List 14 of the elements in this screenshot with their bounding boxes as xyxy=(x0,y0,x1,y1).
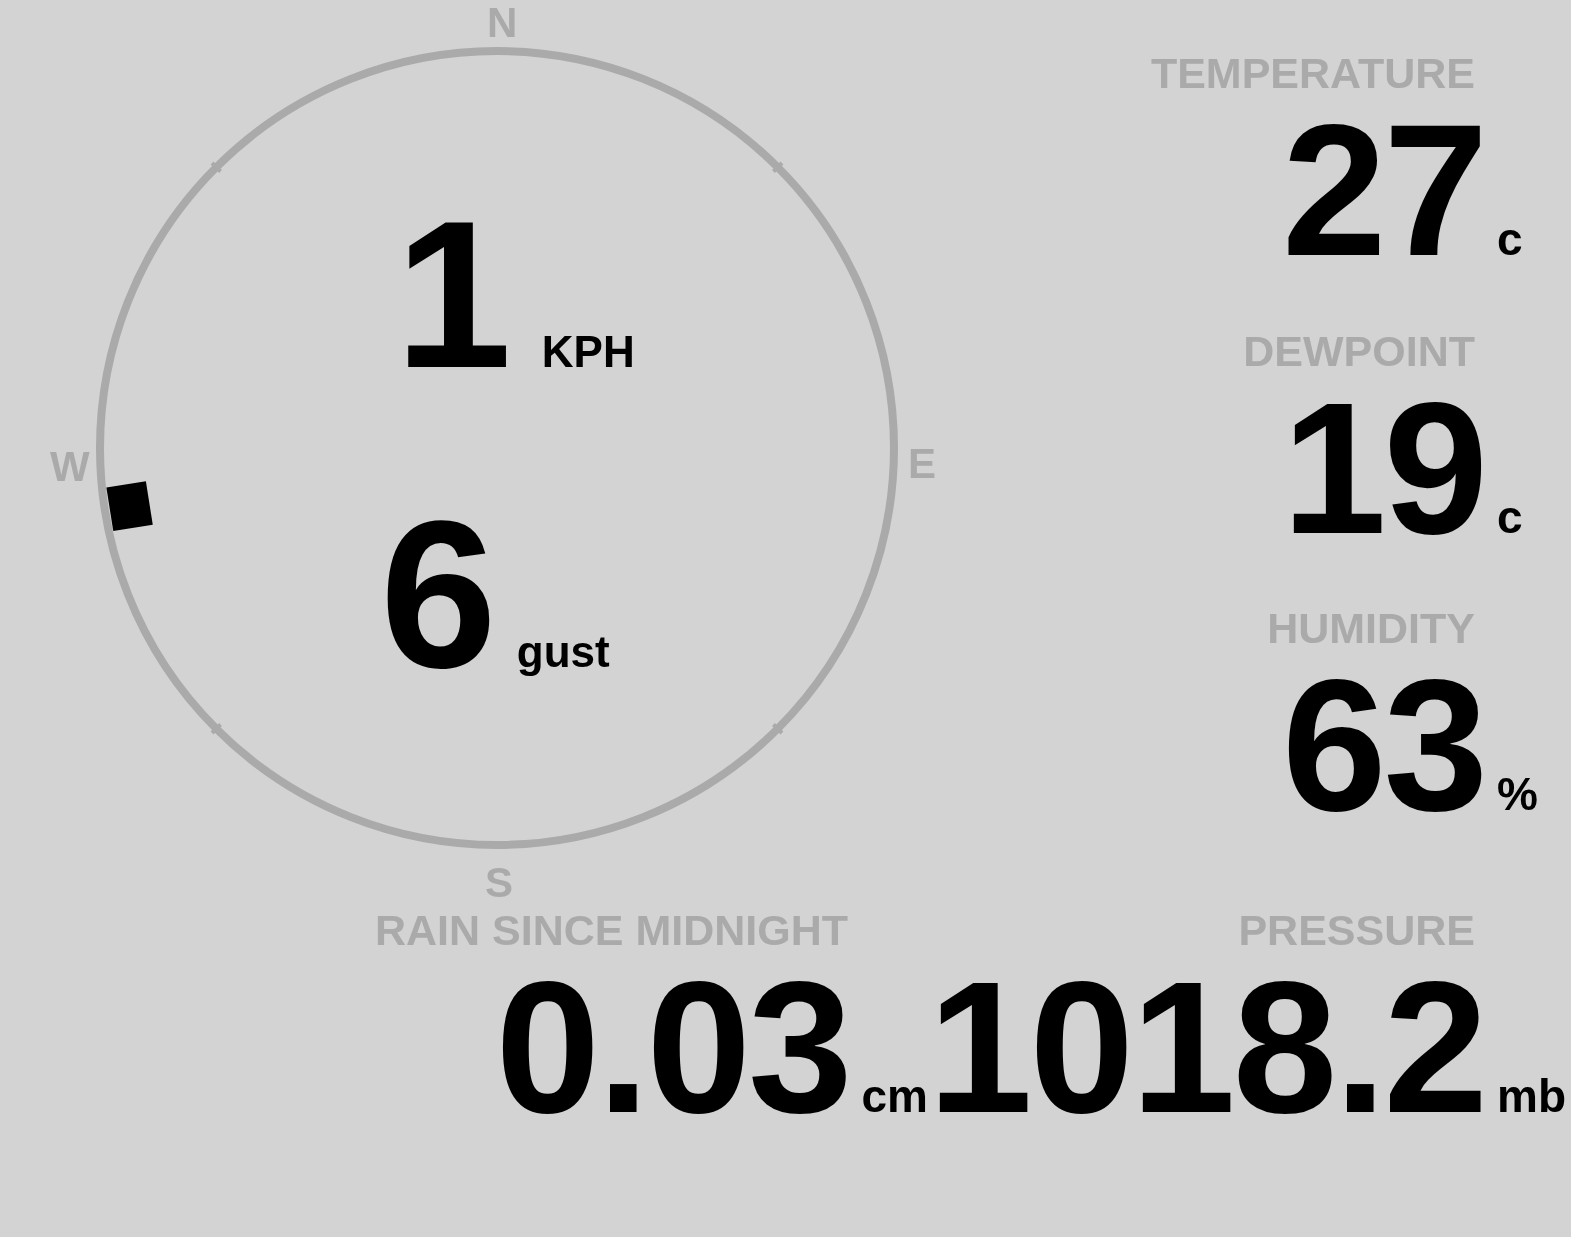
wind-gust-value: 6 xyxy=(380,490,497,700)
reading-value: 63 xyxy=(1281,656,1485,835)
wind-speed-value: 1 xyxy=(395,190,512,400)
reading-unit: % xyxy=(1496,771,1539,818)
rain-value: 0.03 xyxy=(495,958,850,1137)
wind-speed-unit: KPH xyxy=(541,330,635,374)
wind-gust-label: gust xyxy=(516,630,610,674)
pressure-value: 1018.2 xyxy=(928,958,1485,1137)
pressure-unit: mb xyxy=(1496,1073,1567,1119)
rain-unit: cm xyxy=(860,1073,928,1119)
reading-unit: c xyxy=(1496,216,1524,262)
reading-unit: c xyxy=(1496,493,1524,540)
reading-value: 19 xyxy=(1281,378,1485,558)
reading-value: 27 xyxy=(1281,101,1485,280)
